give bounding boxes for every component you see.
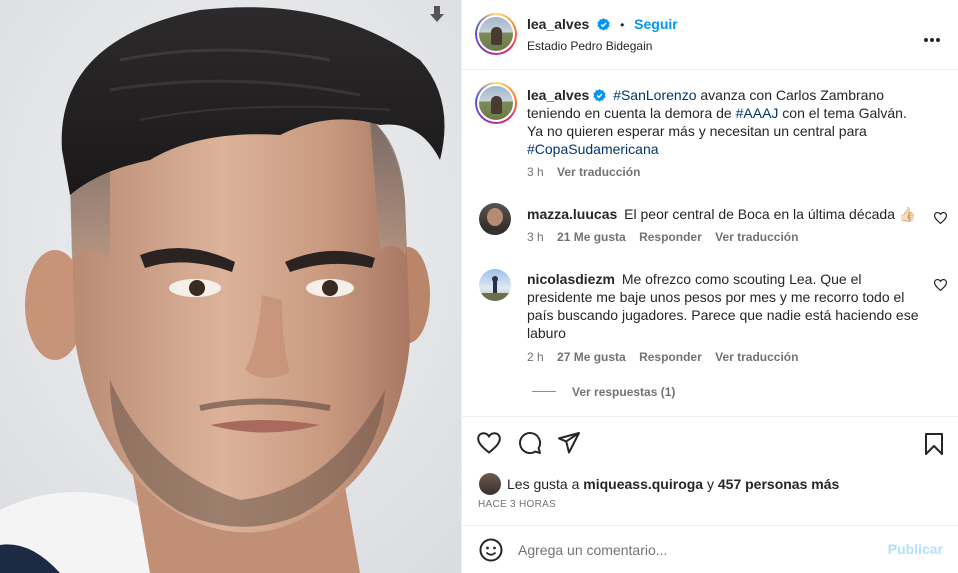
caption-username[interactable]: lea_alves bbox=[527, 87, 589, 103]
caption-text: Ya no quieren esperar más y necesitan un… bbox=[527, 123, 867, 139]
comment-body: mazza.luucas El peor central de Boca en … bbox=[527, 205, 927, 223]
avatar-photo bbox=[479, 276, 511, 301]
caption-meta: 3 h Ver traducción bbox=[527, 165, 650, 179]
comment-username[interactable]: nicolasdiezm bbox=[527, 271, 615, 287]
comment-likes[interactable]: 27 Me gusta bbox=[557, 350, 626, 364]
view-replies-label[interactable]: Ver respuestas (1) bbox=[572, 385, 675, 399]
comment-time[interactable]: 3 h bbox=[527, 230, 544, 244]
comment-username[interactable]: mazza.luucas bbox=[527, 206, 617, 222]
comment-button[interactable] bbox=[518, 431, 542, 458]
caption-author-avatar[interactable] bbox=[475, 82, 517, 124]
author-avatar[interactable] bbox=[475, 13, 517, 55]
liker-username[interactable]: miqueass.quiroga bbox=[583, 476, 703, 492]
publish-button[interactable]: Publicar bbox=[888, 541, 943, 557]
commenter-avatar[interactable] bbox=[479, 269, 511, 301]
comment-meta: 3 h 21 Me gusta Responder Ver traducción bbox=[527, 230, 808, 244]
caption-text: con el tema Galván. bbox=[778, 105, 907, 121]
more-options-button[interactable] bbox=[923, 30, 941, 46]
download-arrow-icon bbox=[430, 6, 444, 22]
author-username[interactable]: lea_alves bbox=[527, 16, 589, 32]
separator-dot: • bbox=[620, 18, 625, 32]
emoji-button[interactable] bbox=[479, 538, 503, 565]
translate-link[interactable]: Ver traducción bbox=[557, 165, 640, 179]
reply-button[interactable]: Responder bbox=[639, 230, 702, 244]
post-modal: lea_alves • Seguir Estadio Pedro Bidegai… bbox=[0, 0, 958, 573]
comment-body: nicolasdiezm Me ofrezco como scouting Le… bbox=[527, 270, 927, 342]
translate-link[interactable]: Ver traducción bbox=[715, 350, 798, 364]
verified-badge-icon bbox=[597, 18, 610, 31]
hashtag-link[interactable]: #AAAJ bbox=[736, 105, 779, 121]
replies-divider bbox=[532, 391, 556, 392]
hashtag-link[interactable]: #CopaSudamericana bbox=[527, 141, 659, 157]
post-timestamp[interactable]: HACE 3 HORAS bbox=[478, 499, 556, 510]
reply-button[interactable]: Responder bbox=[639, 350, 702, 364]
emoji-icon bbox=[479, 538, 503, 562]
share-icon bbox=[558, 432, 580, 454]
post-header: lea_alves • Seguir Estadio Pedro Bidegai… bbox=[462, 0, 958, 70]
comment-input[interactable] bbox=[518, 539, 878, 561]
post-location[interactable]: Estadio Pedro Bidegain bbox=[527, 39, 652, 53]
comment-composer: Publicar bbox=[462, 525, 958, 573]
comment-icon bbox=[519, 432, 542, 455]
verified-badge-icon bbox=[593, 89, 606, 102]
post-caption: lea_alves #SanLorenzo avanza con Carlos … bbox=[527, 86, 937, 158]
follow-button[interactable]: Seguir bbox=[634, 16, 678, 32]
caption-time[interactable]: 3 h bbox=[527, 165, 544, 179]
comment-like-button[interactable] bbox=[933, 211, 948, 225]
portrait-image bbox=[0, 0, 461, 573]
like-button[interactable] bbox=[477, 432, 501, 457]
post-actions: Les gusta a miqueass.quiroga y 457 perso… bbox=[462, 416, 958, 573]
commenter-avatar[interactable] bbox=[479, 203, 511, 235]
heart-outline-icon bbox=[933, 211, 948, 225]
view-replies-button[interactable]: Ver respuestas (1) bbox=[572, 385, 685, 399]
avatar-photo bbox=[483, 208, 507, 235]
download-button[interactable] bbox=[429, 5, 451, 29]
hashtag-link[interactable]: #SanLorenzo bbox=[613, 87, 696, 103]
comment-meta: 2 h 27 Me gusta Responder Ver traducción bbox=[527, 350, 808, 364]
likes-prefix: Les gusta a bbox=[507, 476, 584, 492]
heart-outline-icon bbox=[933, 278, 948, 292]
post-sidebar: lea_alves • Seguir Estadio Pedro Bidegai… bbox=[461, 0, 958, 573]
liker-avatar[interactable] bbox=[479, 473, 501, 495]
author-line: lea_alves • Seguir bbox=[527, 16, 678, 32]
heart-icon bbox=[477, 432, 501, 454]
comment-time[interactable]: 2 h bbox=[527, 350, 544, 364]
bookmark-icon bbox=[925, 433, 943, 455]
likes-summary: Les gusta a miqueass.quiroga y 457 perso… bbox=[507, 476, 839, 492]
comment-likes[interactable]: 21 Me gusta bbox=[557, 230, 626, 244]
comment-text: El peor central de Boca en la última déc… bbox=[624, 206, 917, 222]
more-horizontal-icon bbox=[924, 38, 940, 42]
share-button[interactable] bbox=[557, 431, 581, 458]
likes-count[interactable]: 457 personas más bbox=[718, 476, 839, 492]
likes-mid: y bbox=[703, 476, 718, 492]
post-photo[interactable] bbox=[0, 0, 461, 573]
comment-like-button[interactable] bbox=[933, 278, 948, 292]
translate-link[interactable]: Ver traducción bbox=[715, 230, 798, 244]
save-button[interactable] bbox=[924, 432, 944, 459]
